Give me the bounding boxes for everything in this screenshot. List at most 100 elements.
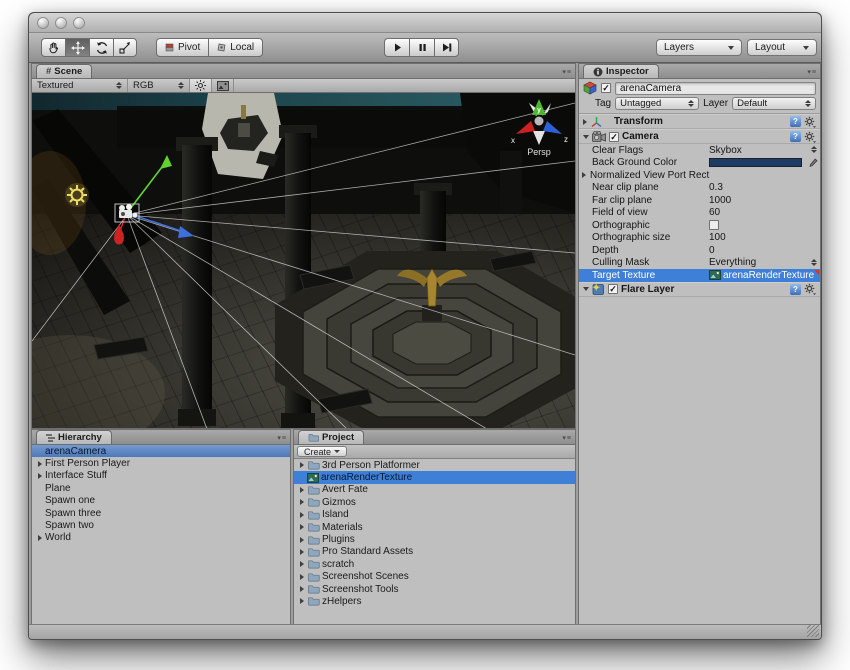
layout-dropdown[interactable]: Layout	[747, 39, 817, 56]
project-item-screenshot-tools[interactable]: Screenshot Tools	[294, 583, 575, 595]
property-value[interactable]: 1000	[709, 195, 731, 206]
pivot-button[interactable]: Pivot	[156, 38, 208, 57]
hierarchy-item-arenacamera[interactable]: arenaCamera	[32, 445, 290, 457]
panel-menu-icon[interactable]: ▾≡	[562, 434, 572, 442]
gameobject-name-field[interactable]	[615, 82, 816, 95]
camera-component-header[interactable]: ✓ Camera ?	[579, 129, 820, 144]
foldout-arrow-icon[interactable]	[297, 462, 307, 468]
hierarchy-item-interface-stuff[interactable]: Interface Stuff	[32, 470, 290, 482]
local-button[interactable]: Local	[208, 38, 263, 57]
gear-icon[interactable]	[804, 283, 816, 295]
hierarchy-item-spawn-three[interactable]: Spawn three	[32, 507, 290, 519]
foldout-arrow-icon[interactable]	[297, 574, 307, 580]
foldout-arrow-icon[interactable]	[297, 537, 307, 543]
property-value[interactable]: arenaRenderTexture	[709, 270, 814, 281]
foldout-arrow-icon[interactable]	[297, 487, 307, 493]
foldout-arrow-icon[interactable]	[297, 549, 307, 555]
foldout-arrow-icon[interactable]	[583, 135, 589, 139]
property-value[interactable]	[709, 220, 719, 230]
property-field-of-view[interactable]: Field of view60	[579, 207, 820, 220]
play-button[interactable]	[384, 38, 409, 57]
property-value[interactable]: Everything	[709, 257, 756, 268]
property-clear-flags[interactable]: Clear FlagsSkybox	[579, 144, 820, 157]
property-checkbox[interactable]	[709, 220, 719, 230]
panel-menu-icon[interactable]: ▾≡	[807, 68, 817, 76]
pause-button[interactable]	[409, 38, 434, 57]
foldout-arrow-icon[interactable]	[582, 172, 586, 178]
zoom-button[interactable]	[73, 17, 85, 29]
resize-grip[interactable]	[807, 625, 819, 637]
panel-menu-icon[interactable]: ▾≡	[277, 434, 287, 442]
updown-arrows-icon[interactable]	[811, 259, 817, 266]
project-item-3rd-person-platformer[interactable]: 3rd Person Platformer	[294, 459, 575, 471]
tab-scene[interactable]: # Scene	[36, 64, 92, 78]
object-picker-flag-icon[interactable]	[814, 270, 819, 275]
project-item-zhelpers[interactable]: zHelpers	[294, 595, 575, 607]
property-value[interactable]: 100	[709, 232, 726, 243]
project-item-plugins[interactable]: Plugins	[294, 533, 575, 545]
hierarchy-item-plane[interactable]: Plane	[32, 482, 290, 494]
project-item-materials[interactable]: Materials	[294, 521, 575, 533]
property-depth[interactable]: Depth0	[579, 244, 820, 257]
foldout-arrow-icon[interactable]	[297, 561, 307, 567]
tab-project[interactable]: Project	[298, 430, 364, 444]
step-button[interactable]	[434, 38, 459, 57]
help-icon[interactable]: ?	[790, 131, 801, 142]
project-item-arenarendertexture[interactable]: arenaRenderTexture	[294, 471, 575, 483]
minimize-button[interactable]	[55, 17, 67, 29]
scene-viewport[interactable]: y x z Persp	[32, 93, 575, 428]
gear-icon[interactable]	[804, 116, 816, 128]
eyedropper-icon[interactable]	[807, 158, 818, 169]
hand-tool-button[interactable]	[41, 38, 65, 57]
foldout-arrow-icon[interactable]	[297, 512, 307, 518]
property-value[interactable]: Skybox	[709, 145, 742, 156]
property-value[interactable]: 0	[709, 245, 715, 256]
project-item-island[interactable]: Island	[294, 509, 575, 521]
flare-enabled-checkbox[interactable]: ✓	[608, 284, 618, 294]
draw-mode-dropdown[interactable]: Textured	[32, 79, 128, 92]
create-button[interactable]: Create	[297, 446, 347, 457]
move-tool-button[interactable]	[65, 38, 89, 57]
scale-tool-button[interactable]	[113, 38, 137, 57]
hierarchy-item-world[interactable]: World	[32, 532, 290, 544]
project-item-scratch[interactable]: scratch	[294, 558, 575, 570]
panel-menu-icon[interactable]: ▾≡	[562, 68, 572, 76]
layers-dropdown[interactable]: Layers	[656, 39, 742, 56]
property-target-texture[interactable]: Target TexturearenaRenderTexture	[579, 269, 820, 282]
help-icon[interactable]: ?	[790, 116, 801, 127]
tab-inspector[interactable]: Inspector	[583, 64, 659, 78]
project-item-pro-standard-assets[interactable]: Pro Standard Assets	[294, 546, 575, 558]
help-icon[interactable]: ?	[790, 284, 801, 295]
foldout-arrow-icon[interactable]	[297, 524, 307, 530]
foldout-arrow-icon[interactable]	[297, 598, 307, 604]
property-orthographic-size[interactable]: Orthographic size100	[579, 232, 820, 245]
color-mode-dropdown[interactable]: RGB	[128, 79, 190, 92]
property-normalized-view-port-rect[interactable]: Normalized View Port Rect	[579, 169, 820, 182]
foldout-arrow-icon[interactable]	[35, 473, 45, 479]
tag-dropdown[interactable]: Untagged	[615, 97, 699, 110]
hierarchy-item-first-person-player[interactable]: First Person Player	[32, 457, 290, 469]
layer-dropdown[interactable]: Default	[732, 97, 816, 110]
camera-enabled-checkbox[interactable]: ✓	[609, 132, 619, 142]
property-value[interactable]	[709, 158, 802, 167]
foldout-arrow-icon[interactable]	[297, 586, 307, 592]
property-value[interactable]: 60	[709, 207, 720, 218]
sun-gizmo[interactable]	[65, 183, 89, 207]
scene-overlay-toggle[interactable]	[212, 79, 234, 92]
gear-icon[interactable]	[804, 131, 816, 143]
updown-arrows-icon[interactable]	[811, 146, 817, 153]
close-button[interactable]	[37, 17, 49, 29]
property-value[interactable]: 0.3	[709, 182, 723, 193]
color-swatch[interactable]	[709, 158, 802, 167]
property-orthographic[interactable]: Orthographic	[579, 219, 820, 232]
hierarchy-item-spawn-one[interactable]: Spawn one	[32, 495, 290, 507]
property-culling-mask[interactable]: Culling MaskEverything	[579, 257, 820, 270]
foldout-arrow-icon[interactable]	[297, 499, 307, 505]
project-item-gizmos[interactable]: Gizmos	[294, 496, 575, 508]
scene-lighting-toggle[interactable]	[190, 79, 212, 92]
property-near-clip-plane[interactable]: Near clip plane0.3	[579, 182, 820, 195]
project-item-screenshot-scenes[interactable]: Screenshot Scenes	[294, 571, 575, 583]
foldout-arrow-icon[interactable]	[35, 535, 45, 541]
flare-layer-component-header[interactable]: ✓ Flare Layer ?	[579, 282, 820, 297]
gizmo-mode-label[interactable]: Persp	[527, 147, 551, 157]
